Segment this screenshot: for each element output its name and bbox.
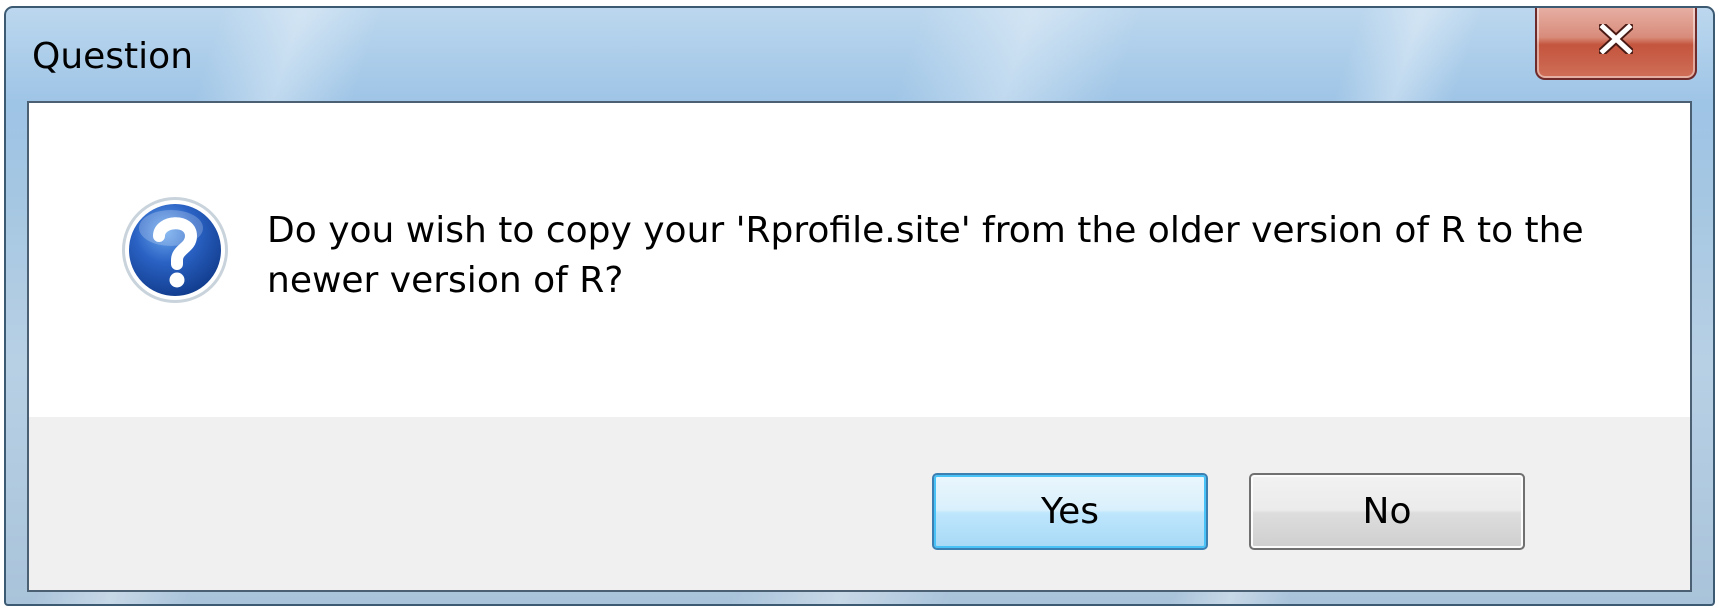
close-icon bbox=[1599, 24, 1633, 54]
window-title: Question bbox=[32, 36, 194, 77]
dialog-body: Do you wish to copy your 'Rprofile.site'… bbox=[27, 101, 1692, 592]
question-icon bbox=[122, 197, 228, 303]
no-button[interactable]: No bbox=[1249, 473, 1525, 550]
yes-button[interactable]: Yes bbox=[932, 473, 1208, 550]
message-area: Do you wish to copy your 'Rprofile.site'… bbox=[29, 103, 1690, 417]
title-bar[interactable]: Question bbox=[6, 8, 1713, 106]
message-text: Do you wish to copy your 'Rprofile.site'… bbox=[267, 210, 1584, 301]
close-button[interactable] bbox=[1535, 8, 1697, 80]
dialog-window: Question Do you wish to copy your 'Rprof… bbox=[4, 6, 1715, 606]
